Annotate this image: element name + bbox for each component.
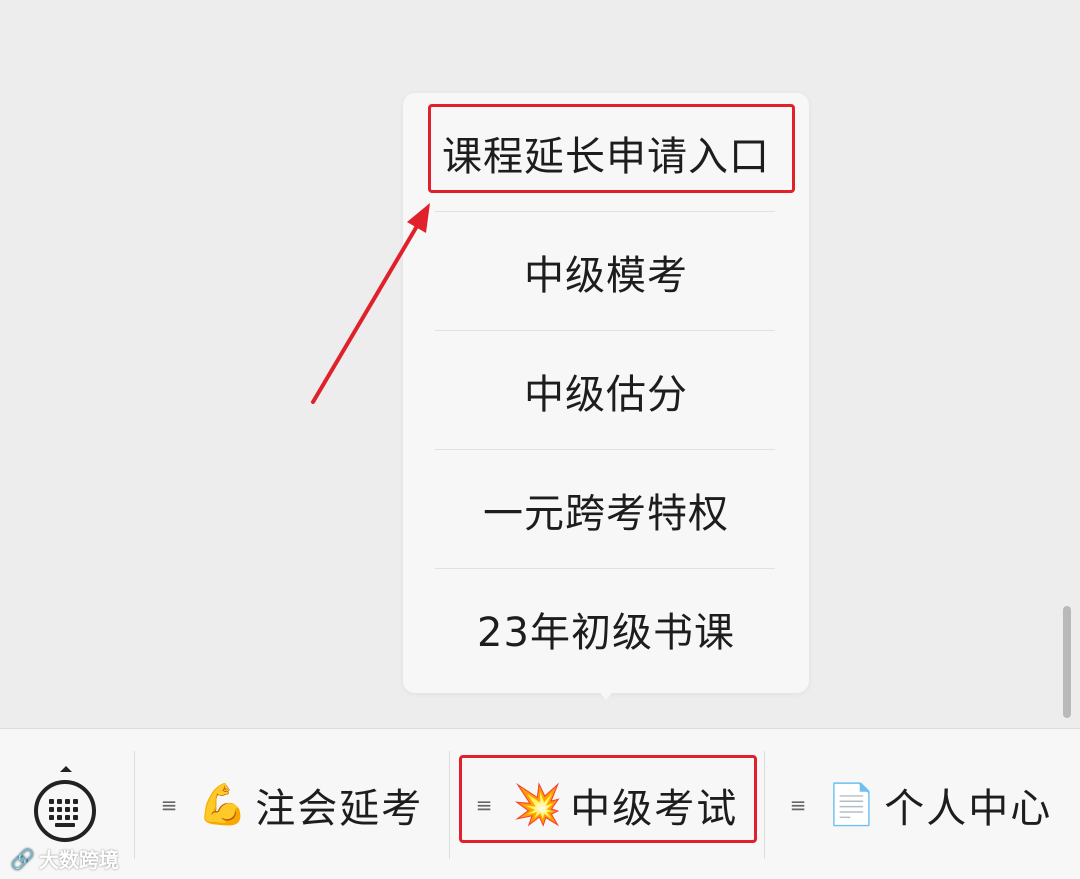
submenu-item-mock-exam[interactable]: 中级模考 bbox=[403, 212, 809, 331]
submenu-popup: 课程延长申请入口 中级模考 中级估分 一元跨考特权 23年初级书课 bbox=[403, 93, 809, 693]
menubar-divider bbox=[764, 751, 765, 859]
submenu-item-label: 23年初级书课 bbox=[477, 609, 735, 656]
watermark-logo-icon: 🔗 bbox=[10, 846, 35, 871]
muscle-icon: 💪 bbox=[197, 782, 248, 828]
submenu-caret bbox=[596, 688, 616, 700]
submenu-item-course-extension[interactable]: 课程延长申请入口 bbox=[403, 93, 809, 212]
tab-personal-center[interactable]: ≡ 📄 个人中心 bbox=[766, 751, 1076, 859]
menu-lines-icon: ≡ bbox=[160, 793, 178, 817]
menu-lines-icon: ≡ bbox=[789, 793, 807, 817]
submenu-divider bbox=[435, 211, 775, 212]
submenu-item-junior-books[interactable]: 23年初级书课 bbox=[403, 569, 809, 688]
keyboard-icon bbox=[34, 780, 96, 842]
submenu-item-label: 中级模考 bbox=[524, 252, 688, 299]
bottom-menu-bar: ≡ 💪 注会延考 ≡ 💥 中级考试 ≡ 📄 个人中心 bbox=[0, 728, 1080, 879]
keyboard-toggle-button[interactable] bbox=[33, 766, 97, 843]
menubar-divider bbox=[134, 751, 135, 859]
submenu-divider bbox=[435, 449, 775, 450]
submenu-item-score-estimate[interactable]: 中级估分 bbox=[403, 331, 809, 450]
tab-cpa-exam-delay[interactable]: ≡ 💪 注会延考 bbox=[136, 751, 448, 859]
submenu-item-label: 课程延长申请入口 bbox=[442, 133, 770, 180]
tab-label: 注会延考 bbox=[255, 786, 424, 832]
scrollbar[interactable] bbox=[1063, 606, 1071, 718]
submenu-item-label: 一元跨考特权 bbox=[483, 490, 729, 537]
tab-label: 个人中心 bbox=[884, 786, 1053, 832]
submenu-item-cross-exam[interactable]: 一元跨考特权 bbox=[403, 450, 809, 569]
submenu-item-label: 中级估分 bbox=[524, 371, 688, 418]
document-icon: 📄 bbox=[826, 782, 877, 828]
menu-lines-icon: ≡ bbox=[475, 793, 493, 817]
menubar-divider bbox=[449, 751, 450, 859]
tab-intermediate-exam[interactable]: ≡ 💥 中级考试 bbox=[451, 751, 763, 859]
collision-icon: 💥 bbox=[512, 782, 563, 828]
watermark-text: 大数跨境 bbox=[38, 848, 119, 872]
submenu-divider bbox=[435, 330, 775, 331]
submenu-divider bbox=[435, 568, 775, 569]
tab-label: 中级考试 bbox=[570, 786, 739, 832]
watermark: 🔗 大数跨境 bbox=[10, 844, 119, 873]
caret-up-icon bbox=[60, 766, 72, 772]
